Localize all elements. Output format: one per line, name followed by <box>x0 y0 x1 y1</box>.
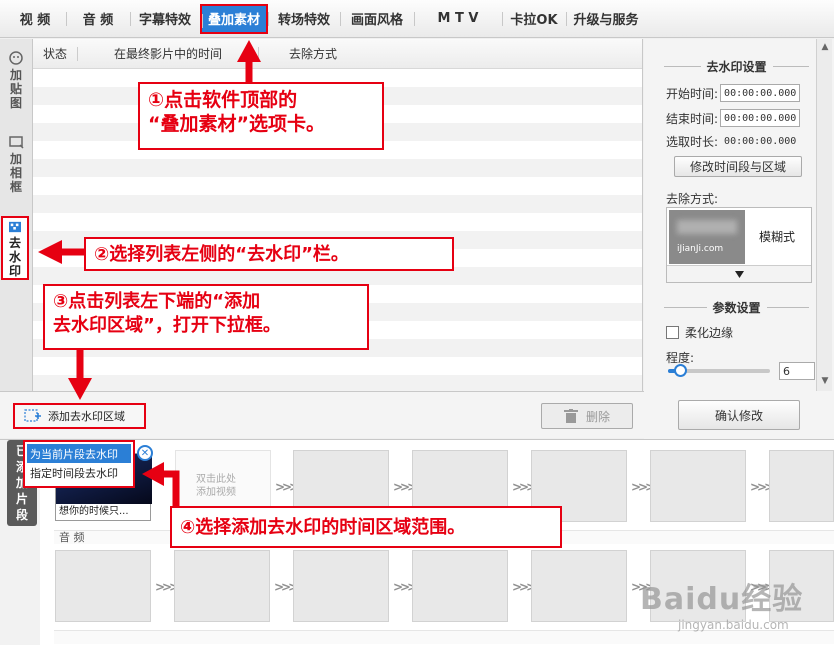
step3-callout: ③点击列表左下端的“添加 去水印区域”，打开下拉框。 <box>43 284 369 350</box>
step2-callout: ②选择列表左侧的“去水印”栏。 <box>84 237 454 271</box>
baidu-watermark: Baidu经验 jingyan.baidu.com <box>640 568 830 643</box>
baidu-url: jingyan.baidu.com <box>678 618 789 632</box>
baidu-brand: Baidu经验 <box>640 582 804 617</box>
arrow-left-icon <box>38 240 62 264</box>
step1-callout: ①点击软件顶部的 “叠加素材”选项卡。 <box>138 82 384 150</box>
arrow-down-icon <box>68 378 92 400</box>
arrow-up-icon <box>237 40 261 62</box>
step4-callout: ④选择添加去水印的时间区域范围。 <box>170 506 562 548</box>
arrow-left-icon <box>142 462 164 486</box>
